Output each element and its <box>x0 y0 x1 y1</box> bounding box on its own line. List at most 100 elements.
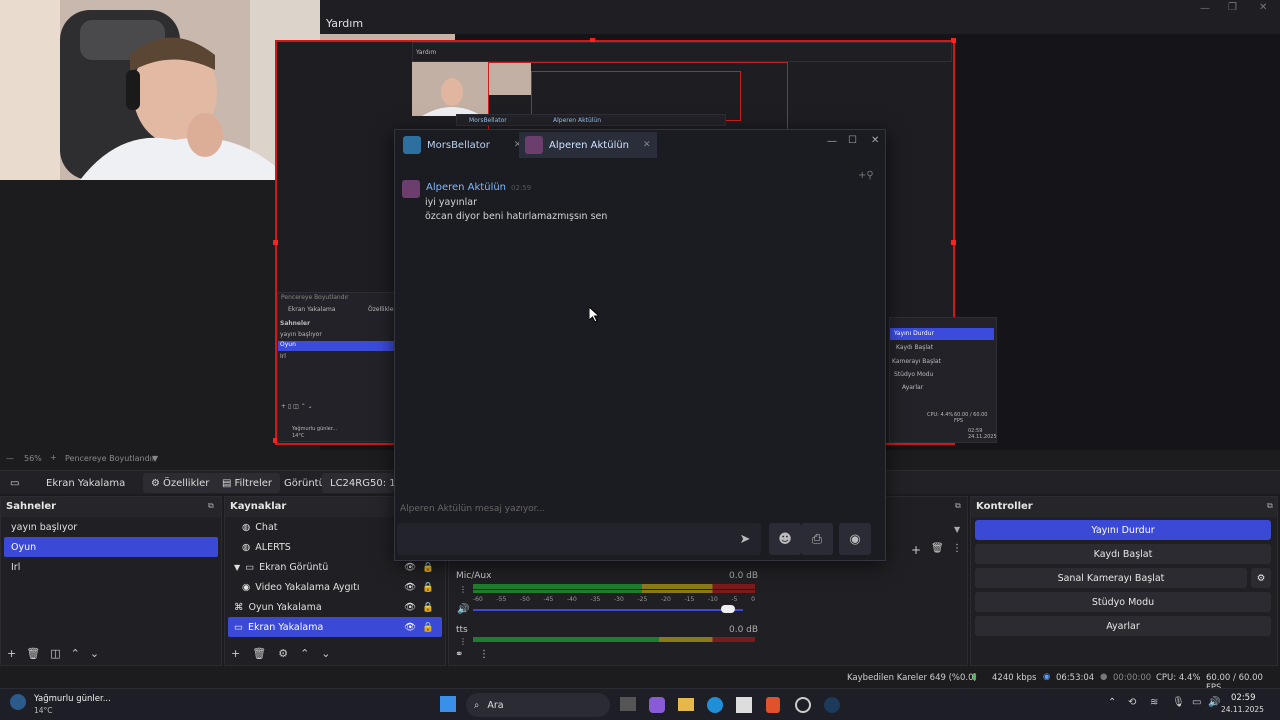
move-up-icon[interactable]: ⌃ <box>300 647 309 660</box>
chevron-down-icon[interactable]: ▼ <box>954 525 960 534</box>
eye-icon[interactable]: 👁 <box>404 622 416 633</box>
trash-icon[interactable]: 🗑 <box>252 647 266 660</box>
chat-input[interactable] <box>397 523 761 555</box>
more-icon[interactable]: ⋮ <box>459 585 467 594</box>
avatar <box>403 136 421 154</box>
obs-icon[interactable] <box>795 697 811 713</box>
scene-item-selected[interactable]: Oyun <box>4 537 218 557</box>
scene-item[interactable]: Irl <box>4 557 218 577</box>
attach-icon[interactable]: ⎙ <box>801 523 833 555</box>
add-icon[interactable]: + <box>7 647 16 660</box>
virtual-cam-button[interactable]: Sanal Kamerayı Başlat <box>975 568 1247 588</box>
chat-window[interactable]: MorsBellator ✕ Alperen Aktülün ✕ — ☐ ✕ A… <box>394 129 886 561</box>
tab-alperen[interactable]: Alperen Aktülün ✕ <box>519 132 657 158</box>
search-box[interactable]: ⌕ Ara <box>466 693 610 717</box>
chat-titlebar[interactable]: MorsBellator ✕ Alperen Aktülün ✕ — ☐ ✕ <box>395 130 885 160</box>
settings-button[interactable]: Ayarlar <box>975 616 1271 636</box>
add-friend-icon[interactable]: +⚲ <box>858 170 874 181</box>
edge-icon[interactable] <box>707 697 723 713</box>
maximize-icon[interactable]: ☐ <box>848 135 857 146</box>
brave-icon[interactable] <box>766 697 780 713</box>
minus-icon[interactable]: — <box>6 454 14 463</box>
undock-icon[interactable]: ⧉ <box>955 501 961 511</box>
source-item-video[interactable]: ◉ Video Yakalama Aygıtı 👁 🔒 <box>228 577 442 597</box>
meter-scale: -60 -55 -50 -45 -40 -35 -30 -25 -20 -15 -10 -5 0 <box>473 596 755 603</box>
windows-start-icon[interactable] <box>440 696 456 712</box>
nested-help: Yardım <box>416 49 437 56</box>
close-icon[interactable]: ✕ <box>1259 2 1267 13</box>
weather-icon[interactable] <box>10 694 26 710</box>
filters-button[interactable]: ▤ Filtreler <box>214 473 281 493</box>
more-icon[interactable]: ⋮ <box>479 649 489 660</box>
close-icon[interactable]: ✕ <box>871 135 879 146</box>
filter-icon[interactable]: ◫ <box>50 647 60 660</box>
store-icon[interactable] <box>736 697 752 713</box>
move-up-icon[interactable]: ⌃ <box>71 647 80 660</box>
move-down-icon[interactable]: ⌄ <box>90 647 99 660</box>
tab-label: MorsBellator <box>427 139 490 151</box>
lock-icon[interactable]: 🔒 <box>422 562 434 573</box>
link-icon[interactable]: ⚭ <box>455 649 463 660</box>
close-tab-icon[interactable]: ✕ <box>643 140 651 150</box>
avatar <box>525 136 543 154</box>
properties-label: Özellikler <box>162 477 210 489</box>
maximize-icon[interactable]: ❐ <box>1228 2 1237 13</box>
clock-time[interactable]: 02:59 <box>1231 693 1256 703</box>
gear-icon[interactable]: ⚙ <box>278 647 288 660</box>
eye-icon[interactable]: 👁 <box>404 582 416 593</box>
scene-item[interactable]: yayın başlıyor <box>4 517 218 537</box>
display-select[interactable]: LC24RG50: 1920x <box>322 473 394 493</box>
tab-morsbellator[interactable]: MorsBellator ✕ <box>397 132 527 158</box>
send-icon[interactable]: ➤ <box>729 523 761 555</box>
more-icon[interactable]: ⋮ <box>459 637 467 646</box>
sync-icon[interactable]: ⟲ <box>1128 697 1136 708</box>
chevron-up-icon[interactable]: ⌃ <box>1108 697 1116 708</box>
minimize-icon[interactable]: — <box>827 136 837 147</box>
trash-icon[interactable]: 🗑 <box>26 647 40 660</box>
nested-tab2: Alperen Aktülün <box>553 117 602 124</box>
stop-stream-button[interactable]: Yayını Durdur <box>975 520 1271 540</box>
eye-icon[interactable]: 👁 <box>404 602 416 613</box>
speaker-icon[interactable]: 🔊 <box>457 604 469 615</box>
lock-icon[interactable]: 🔒 <box>422 622 434 633</box>
network-icon[interactable]: ≋ <box>1150 697 1158 708</box>
start-record-button[interactable]: Kaydı Başlat <box>975 544 1271 564</box>
emoji-icon[interactable]: ☻ <box>769 523 801 555</box>
studio-mode-button[interactable]: Stüdyo Modu <box>975 592 1271 612</box>
task-view-icon[interactable] <box>620 697 636 711</box>
volume-icon[interactable]: 🔊 <box>1208 697 1220 708</box>
copilot-icon[interactable] <box>649 697 665 713</box>
source-item-selected[interactable]: ▭ Ekran Yakalama 👁 🔒 <box>228 617 442 637</box>
browser-icon: ◍ <box>242 541 251 553</box>
move-down-icon[interactable]: ⌄ <box>321 647 330 660</box>
source-item-game[interactable]: ⌘ Oyun Yakalama 👁 🔒 <box>228 597 442 617</box>
lock-icon[interactable]: 🔒 <box>422 582 434 593</box>
trash-icon[interactable]: 🗑 <box>931 543 944 554</box>
steam-icon[interactable] <box>824 697 840 713</box>
eye-icon[interactable]: 👁 <box>404 562 416 573</box>
gear-icon[interactable]: ⚙ <box>1251 568 1271 588</box>
add-icon[interactable]: + <box>231 647 240 660</box>
message-author[interactable]: Alperen Aktülün <box>426 182 506 193</box>
more-icon[interactable]: ⋮ <box>952 543 962 554</box>
properties-button[interactable]: ⚙ Özellikler <box>143 473 218 493</box>
voice-icon[interactable]: ◉ <box>839 523 871 555</box>
fit-to-window[interactable]: Pencereye Boyutlandır <box>65 454 155 463</box>
undock-icon[interactable]: ⧉ <box>208 501 214 511</box>
minimize-icon[interactable]: — <box>1200 3 1210 14</box>
volume-handle[interactable] <box>721 605 736 613</box>
clock-date[interactable]: 24.11.2025 <box>1221 705 1264 714</box>
weather-text[interactable]: Yağmurlu günler... <box>34 694 111 704</box>
chevron-down-icon[interactable]: ▼ <box>152 454 158 463</box>
display-icon[interactable]: ▭ <box>1192 697 1201 708</box>
undock-icon[interactable]: ⧉ <box>1267 501 1273 511</box>
menu-help[interactable]: Yardım <box>326 17 363 30</box>
expand-icon[interactable]: ▼ <box>234 563 240 572</box>
mic-icon[interactable]: 🎙 <box>1172 697 1185 708</box>
meter-bar <box>473 590 755 593</box>
lock-icon[interactable]: 🔒 <box>422 602 434 613</box>
plus-icon[interactable]: + <box>50 453 57 462</box>
volume-slider[interactable] <box>473 609 743 611</box>
add-icon[interactable]: + <box>911 543 921 557</box>
folder-icon[interactable] <box>678 698 694 711</box>
